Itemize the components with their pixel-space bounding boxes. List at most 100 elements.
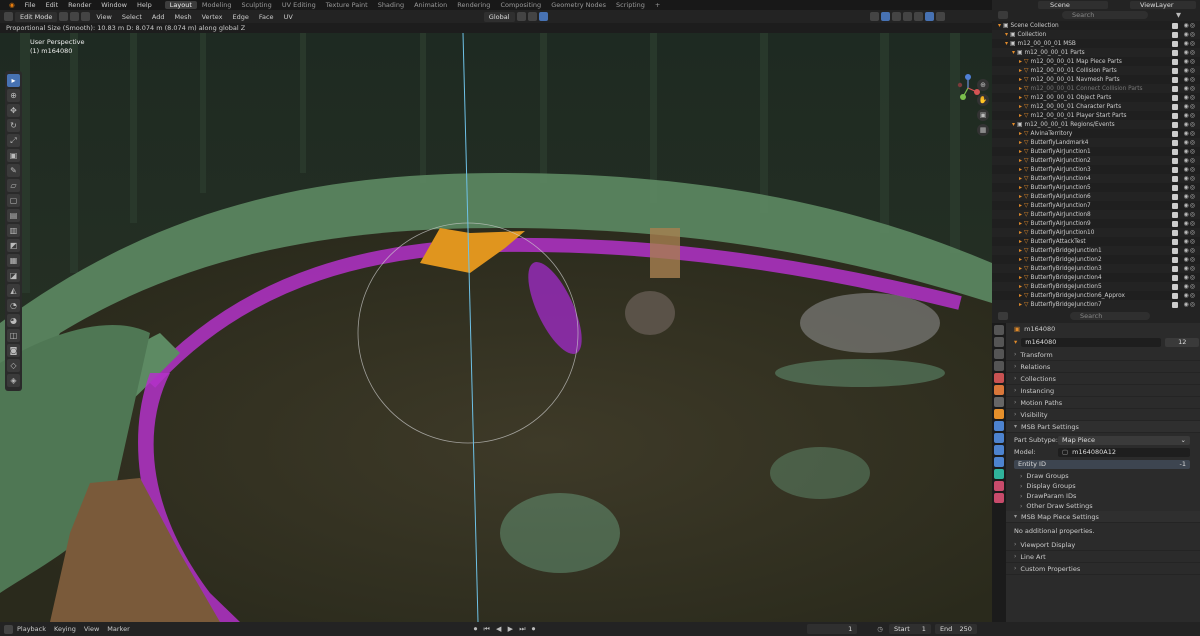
visibility-eye-icon[interactable]: ◉◎ (1184, 283, 1196, 290)
subpanel-drawparam-ids[interactable]: › DrawParam IDs (1006, 491, 1200, 501)
rotate-tool-icon[interactable]: ↻ (7, 119, 20, 132)
exclude-checkbox[interactable] (1172, 130, 1178, 137)
tab-shading[interactable]: Shading (373, 1, 409, 9)
exclude-checkbox[interactable] (1172, 184, 1178, 191)
visibility-eye-icon[interactable]: ◉◎ (1184, 220, 1196, 227)
visibility-eye-icon[interactable]: ◉◎ (1184, 301, 1196, 308)
msb-part-settings-panel[interactable]: ▾ MSB Part Settings (1006, 421, 1200, 433)
3d-viewport[interactable]: User Perspective (1) m164080 ▸ ⊕ ✥ ↻ ⤢ ▣… (0, 33, 992, 622)
editor-type-icon[interactable] (4, 624, 13, 634)
exclude-checkbox[interactable] (1172, 85, 1178, 92)
expand-arrow-icon[interactable]: ▸ (1019, 112, 1022, 119)
visibility-eye-icon[interactable]: ◉◎ (1184, 238, 1196, 245)
visibility-eye-icon[interactable]: ◉◎ (1184, 85, 1196, 92)
expand-arrow-icon[interactable]: ▸ (1019, 58, 1022, 65)
shear-tool-icon[interactable]: ◇ (7, 359, 20, 372)
exclude-checkbox[interactable] (1172, 256, 1178, 263)
visibility-eye-icon[interactable]: ◉◎ (1184, 247, 1196, 254)
panel-viewport-display[interactable]: › Viewport Display (1006, 539, 1200, 551)
rip-tool-icon[interactable]: ◈ (7, 374, 20, 387)
menu-face[interactable]: Face (255, 12, 278, 22)
exclude-checkbox[interactable] (1172, 121, 1178, 128)
outliner-row[interactable]: ▸ ▽ ButterflyAirJunction5 ◉◎ (992, 183, 1200, 192)
view-layer-selector[interactable]: ViewLayer (1130, 1, 1196, 9)
vertex-select-icon[interactable] (59, 12, 69, 21)
expand-arrow-icon[interactable]: ▸ (1019, 85, 1022, 92)
filter-icon[interactable]: ▼ (1176, 11, 1186, 19)
menu-help[interactable]: Help (132, 1, 157, 9)
exclude-checkbox[interactable] (1172, 166, 1178, 173)
cursor-tool-icon[interactable]: ⊕ (7, 89, 20, 102)
add-cube-tool-icon[interactable]: ▢ (7, 194, 20, 207)
menu-mesh[interactable]: Mesh (170, 12, 195, 22)
visibility-eye-icon[interactable]: ◉◎ (1184, 166, 1196, 173)
exclude-checkbox[interactable] (1172, 139, 1178, 146)
exclude-checkbox[interactable] (1172, 301, 1178, 308)
orientation-dropdown[interactable]: Global (483, 11, 515, 22)
poly-build-tool-icon[interactable]: ◭ (7, 284, 20, 297)
visibility-eye-icon[interactable]: ◉◎ (1184, 148, 1196, 155)
exclude-checkbox[interactable] (1172, 40, 1178, 47)
tab-sculpting[interactable]: Sculpting (236, 1, 276, 9)
knife-tool-icon[interactable]: ◪ (7, 269, 20, 282)
visibility-eye-icon[interactable]: ◉◎ (1184, 121, 1196, 128)
menu-select[interactable]: Select (118, 12, 146, 22)
expand-arrow-icon[interactable]: ▸ (1019, 94, 1022, 101)
exclude-checkbox[interactable] (1172, 211, 1178, 218)
visibility-eye-icon[interactable]: ◉◎ (1184, 184, 1196, 191)
modifier-tab-icon[interactable] (994, 421, 1004, 431)
current-frame-field[interactable]: 1 (807, 624, 858, 634)
exclude-checkbox[interactable] (1172, 157, 1178, 164)
exclude-checkbox[interactable] (1172, 193, 1178, 200)
outliner-row[interactable]: ▾ ▣ Scene Collection ◉◎ (992, 21, 1200, 30)
menu-uv[interactable]: UV (280, 12, 297, 22)
editor-type-icon[interactable] (4, 12, 13, 21)
menu-add[interactable]: Add (148, 12, 169, 22)
spin-tool-icon[interactable]: ◔ (7, 299, 20, 312)
perspective-grid-icon[interactable]: ▦ (977, 124, 989, 136)
expand-arrow-icon[interactable]: ▸ (1019, 202, 1022, 209)
menu-edge[interactable]: Edge (229, 12, 253, 22)
expand-arrow-icon[interactable]: ▸ (1019, 148, 1022, 155)
snap-icon[interactable] (527, 12, 537, 21)
menu-view[interactable]: View (92, 12, 115, 22)
subpanel-draw-groups[interactable]: › Draw Groups (1006, 471, 1200, 481)
outliner-row[interactable]: ▸ ▽ m12_00_00_01 Connect Collision Parts ◉◎ (992, 84, 1200, 93)
expand-arrow-icon[interactable]: ▸ (1019, 184, 1022, 191)
visibility-eye-icon[interactable]: ◉◎ (1184, 76, 1196, 83)
visibility-eye-icon[interactable]: ◉◎ (1184, 193, 1196, 200)
expand-arrow-icon[interactable]: ▾ (1012, 49, 1015, 56)
exclude-checkbox[interactable] (1172, 22, 1178, 29)
panel-line-art[interactable]: › Line Art (1006, 551, 1200, 563)
outliner-row[interactable]: ▸ ▽ m12_00_00_01 Object Parts ◉◎ (992, 93, 1200, 102)
panel-motion-paths[interactable]: › Motion Paths (1006, 397, 1200, 409)
tab-compositing[interactable]: Compositing (495, 1, 546, 9)
outliner-row[interactable]: ▸ ▽ ButterflyBridgeJunction2 ◉◎ (992, 255, 1200, 264)
expand-arrow-icon[interactable]: ▸ (1019, 265, 1022, 272)
playback-controls[interactable]: ⏺ ⏮ ◀ ▶ ⏭ ⏺ (474, 625, 538, 634)
menu-window[interactable]: Window (96, 1, 132, 9)
outliner-row[interactable]: ▸ ▽ ButterflyAirJunction3 ◉◎ (992, 165, 1200, 174)
subpanel-other-draw-settings[interactable]: › Other Draw Settings (1006, 501, 1200, 511)
visibility-eye-icon[interactable]: ◉◎ (1184, 49, 1196, 56)
outliner-row[interactable]: ▸ ▽ m12_00_00_01 Navmesh Parts ◉◎ (992, 75, 1200, 84)
visibility-eye-icon[interactable]: ◉◎ (1184, 139, 1196, 146)
rendered-shading-icon[interactable] (935, 12, 945, 21)
panel-visibility[interactable]: › Visibility (1006, 409, 1200, 421)
outliner-row[interactable]: ▸ ▽ ButterflyBridgeJunction5 ◉◎ (992, 282, 1200, 291)
expand-arrow-icon[interactable]: ▸ (1019, 166, 1022, 173)
visibility-eye-icon[interactable]: ◉◎ (1184, 256, 1196, 263)
panel-collections[interactable]: › Collections (1006, 373, 1200, 385)
tab-layout[interactable]: Layout (164, 1, 197, 9)
visibility-eye-icon[interactable]: ◉◎ (1184, 229, 1196, 236)
expand-arrow-icon[interactable]: ▸ (1019, 274, 1022, 281)
data-tab-icon[interactable] (994, 469, 1004, 479)
exclude-checkbox[interactable] (1172, 175, 1178, 182)
measure-tool-icon[interactable]: ▱ (7, 179, 20, 192)
menu-vertex[interactable]: Vertex (198, 12, 227, 22)
expand-arrow-icon[interactable]: ▸ (1019, 283, 1022, 290)
outliner-row[interactable]: ▸ ▽ ButterflyAirJunction9 ◉◎ (992, 219, 1200, 228)
visibility-eye-icon[interactable]: ◉◎ (1184, 31, 1196, 38)
visibility-eye-icon[interactable]: ◉◎ (1184, 274, 1196, 281)
shrink-fatten-tool-icon[interactable]: ◙ (7, 344, 20, 357)
